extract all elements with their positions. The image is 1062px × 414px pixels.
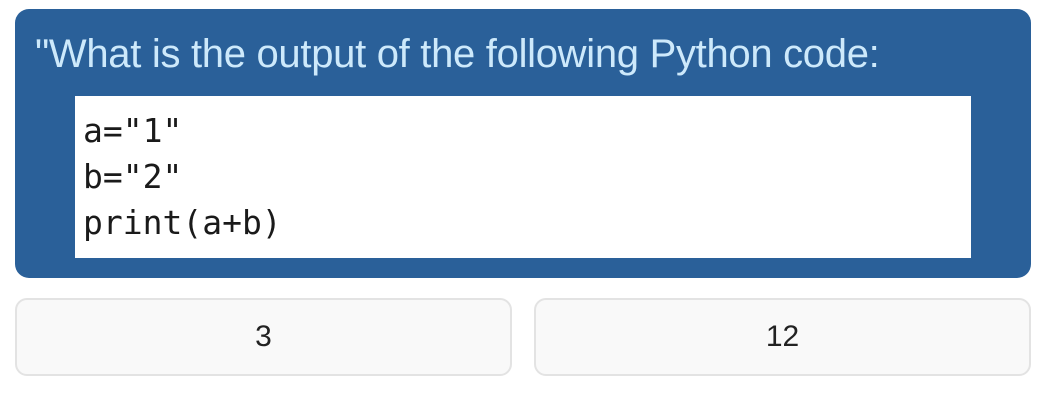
code-line: a="1" (83, 111, 183, 150)
code-block: a="1" b="2" print(a+b) (75, 96, 971, 258)
answer-option-button[interactable]: 12 (534, 298, 1031, 376)
question-text: "What is the output of the following Pyt… (35, 32, 880, 76)
code-line: print(a+b) (83, 203, 282, 242)
answer-option-button[interactable]: 3 (15, 298, 512, 376)
question-card: "What is the output of the following Pyt… (15, 9, 1031, 278)
code-line: b="2" (83, 157, 183, 196)
